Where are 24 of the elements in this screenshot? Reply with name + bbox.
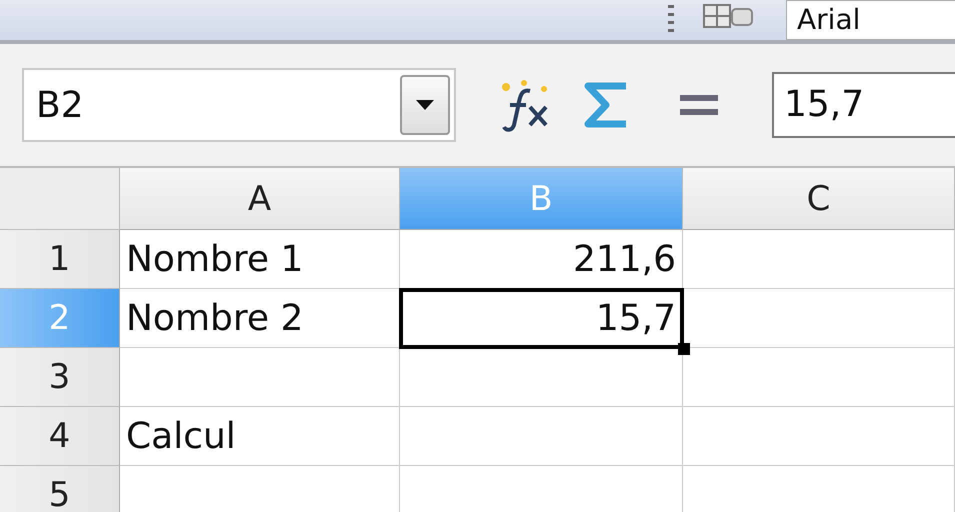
font-name-field[interactable]: Arial <box>786 0 955 40</box>
row-header[interactable]: 1 <box>0 230 120 289</box>
row-header[interactable]: 5 <box>0 466 120 512</box>
table-cell[interactable] <box>400 407 683 466</box>
row-header[interactable]: 4 <box>0 407 120 466</box>
table-cell[interactable]: 211,6 <box>400 230 683 289</box>
fill-handle[interactable] <box>678 343 690 355</box>
table-cell[interactable]: Nombre 2 <box>120 289 400 348</box>
table-cell[interactable] <box>683 230 955 289</box>
table-cell[interactable]: Nombre 1 <box>120 230 400 289</box>
formula-input[interactable]: 15,7 <box>772 72 955 138</box>
column-header[interactable]: A <box>120 168 400 230</box>
table-cell[interactable]: Calcul <box>120 407 400 466</box>
table-cell[interactable] <box>683 348 955 407</box>
caret-icon <box>416 100 434 110</box>
table-cell[interactable]: 15,7 <box>400 289 683 348</box>
row-header[interactable]: 3 <box>0 348 120 407</box>
name-box[interactable]: B2 <box>22 68 456 142</box>
equals-icon[interactable] <box>680 93 718 117</box>
table-cell[interactable] <box>683 407 955 466</box>
table-cell[interactable] <box>120 348 400 407</box>
select-all-corner[interactable] <box>0 168 120 230</box>
dropdown-button[interactable] <box>400 75 450 135</box>
column-header[interactable]: C <box>683 168 955 230</box>
